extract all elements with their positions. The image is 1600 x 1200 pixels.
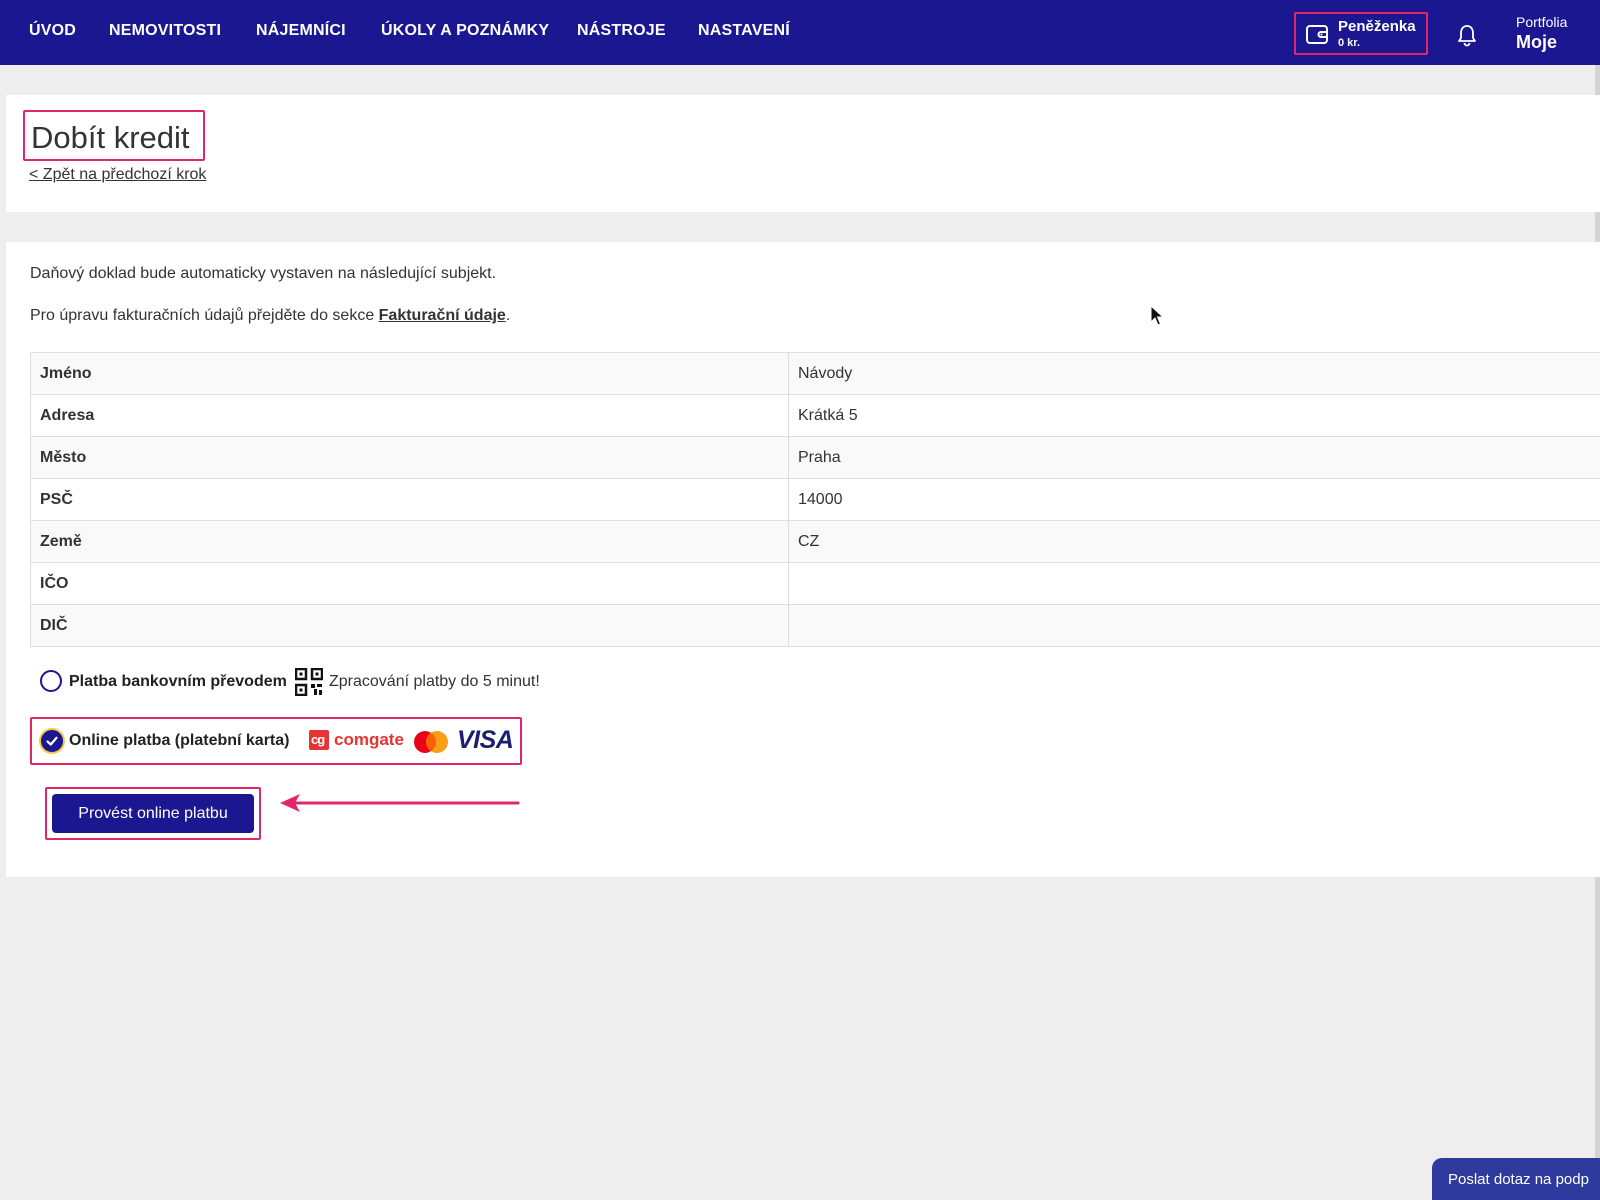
nav-item-nastroje[interactable]: NÁSTROJE [577,22,666,40]
nav-item-nemovitosti[interactable]: NEMOVITOSTI [109,22,221,40]
billing-edit-text: Pro úpravu fakturačních údajů přejděte d… [30,307,510,325]
nav-item-ukoly[interactable]: ÚKOLY A POZNÁMKY [381,22,549,40]
support-chat-button[interactable]: Poslat dotaz na podp [1432,1158,1600,1200]
mastercard-logo-icon [414,731,448,753]
bank-transfer-radio[interactable] [40,670,62,692]
table-cell-key: Město [30,436,789,479]
mouse-cursor-icon [1150,305,1164,326]
wallet-button[interactable]: Peněženka 0 kr. [1294,12,1428,55]
billing-details-link[interactable]: Fakturační údaje [379,307,506,324]
page-header-card: Dobít kredit < Zpět na předchozí krok [6,95,1600,212]
comgate-logo-text: comgate [334,730,404,749]
comgate-logo-mark: cg [311,732,325,747]
online-payment-label[interactable]: Online platba (platební karta) [69,732,289,750]
billing-card: Daňový doklad bude automaticky vystaven … [6,242,1600,877]
table-cell-value: Návody [788,352,1600,395]
portfolio-selector[interactable]: Moje [1516,32,1557,53]
submit-button-highlight: Provést online platbu [45,787,261,840]
table-cell-key: Jméno [30,352,789,395]
table-cell-key: PSČ [30,478,789,521]
table-row: PSČ 14000 [30,478,1600,521]
table-cell-value [788,604,1600,647]
billing-details-table: Jméno Návody Adresa Krátká 5 Město Praha PSČ 14… [30,352,1600,647]
top-navigation-bar: ÚVOD NEMOVITOSTI NÁJEMNÍCI ÚKOLY A POZNÁ… [0,0,1600,65]
table-cell-value: CZ [788,520,1600,563]
table-row: Adresa Krátká 5 [30,394,1600,437]
back-link[interactable]: < Zpět na předchozí krok [29,166,206,184]
table-row: Město Praha [30,436,1600,479]
table-cell-key: DIČ [30,604,789,647]
checkmark-icon [46,736,58,746]
wallet-amount: 0 kr. [1338,37,1361,49]
bell-icon[interactable] [1456,23,1478,47]
online-payment-option[interactable]: Online platba (platební karta) cg comgat… [30,717,522,765]
support-chat-label: Poslat dotaz na podp [1448,1171,1589,1188]
page-title-highlight: Dobít kredit [23,110,205,161]
billing-edit-prefix: Pro úpravu fakturačních údajů přejděte d… [30,307,379,324]
bank-transfer-label[interactable]: Platba bankovním převodem [69,673,287,691]
submit-online-payment-button[interactable]: Provést online platbu [52,794,254,833]
billing-edit-suffix: . [505,307,511,324]
qr-code-icon [295,668,323,696]
table-cell-value: Praha [788,436,1600,479]
table-row: Jméno Návody [30,352,1600,395]
wallet-title: Peněženka [1338,18,1416,35]
table-row: IČO [30,562,1600,605]
table-row: DIČ [30,604,1600,647]
table-cell-key: Adresa [30,394,789,437]
table-row: Země CZ [30,520,1600,563]
online-payment-radio[interactable] [41,730,63,752]
invoice-info-text: Daňový doklad bude automaticky vystaven … [30,265,497,282]
wallet-icon [1306,25,1328,44]
comgate-logo-icon: cg [309,730,329,750]
table-cell-key: Země [30,520,789,563]
page-title: Dobít kredit [31,120,190,155]
table-cell-value [788,562,1600,605]
visa-logo-text: VISA [457,726,514,754]
annotation-arrow-icon [280,794,520,812]
nav-item-uvod[interactable]: ÚVOD [29,22,76,40]
table-cell-value: 14000 [788,478,1600,521]
portfolio-label: Portfolia [1516,14,1568,30]
table-cell-key: IČO [30,562,789,605]
nav-item-nastaveni[interactable]: NASTAVENÍ [698,22,790,40]
nav-item-najemnici[interactable]: NÁJEMNÍCI [256,22,346,40]
table-cell-value: Krátká 5 [788,394,1600,437]
bank-transfer-note: Zpracování platby do 5 minut! [329,673,540,690]
